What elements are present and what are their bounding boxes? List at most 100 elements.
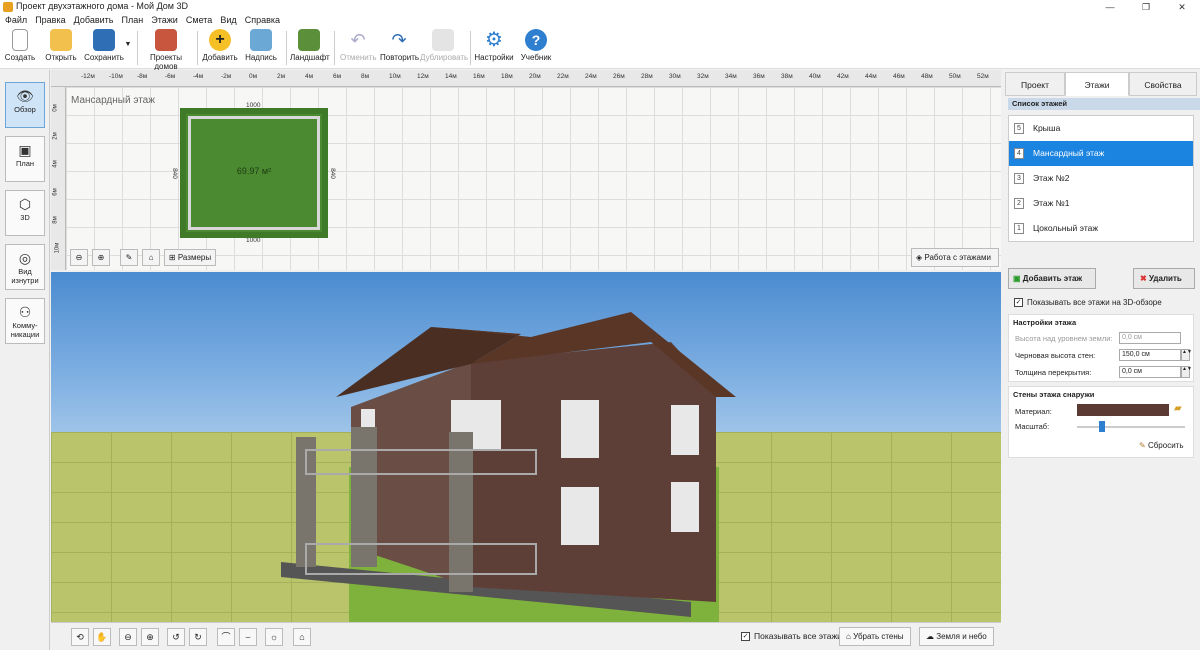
wall-height-input[interactable]: 150,0 см bbox=[1119, 349, 1181, 361]
menu-help[interactable]: Справка bbox=[245, 14, 280, 27]
zoom-in-icon: ⊕ bbox=[97, 253, 105, 262]
folder-icon[interactable]: ▰ bbox=[1174, 403, 1182, 414]
floor-settings-section: Настройки этажа Высота над уровнем земли… bbox=[1008, 314, 1194, 382]
duplicate-icon bbox=[432, 29, 454, 51]
slab-spinner[interactable]: ▲▼ bbox=[1181, 366, 1192, 378]
pipes-icon: ⚇ bbox=[18, 304, 32, 320]
zoom-out-button[interactable]: ⊖ bbox=[70, 249, 88, 266]
menu-bar: Файл Правка Добавить План Этажи Смета Ви… bbox=[0, 14, 1200, 27]
3d-zoom-in-button[interactable]: ⊕ bbox=[141, 628, 159, 646]
tab-properties[interactable]: Свойства bbox=[1129, 72, 1197, 96]
add-button[interactable]: + Добавить bbox=[202, 29, 238, 62]
delete-floor-button[interactable]: ✖ Удалить bbox=[1133, 268, 1195, 289]
checkbox-icon: ✓ bbox=[1014, 298, 1023, 308]
floors-work-button[interactable]: ◈ Работа с этажами bbox=[911, 248, 999, 267]
ground-sky-button[interactable]: ☁ Земля и небо bbox=[919, 627, 994, 646]
zoom-in-button[interactable]: ⊕ bbox=[92, 249, 110, 266]
pan-button[interactable]: ✋ bbox=[93, 628, 111, 646]
landscape-button[interactable]: Ландшафт bbox=[290, 29, 330, 62]
menu-add[interactable]: Добавить bbox=[74, 14, 114, 27]
undo-label: Отменить bbox=[340, 53, 377, 62]
floor-item[interactable]: 3 Этаж №2 bbox=[1009, 166, 1193, 191]
rotate-right-button[interactable]: ↻ bbox=[189, 628, 207, 646]
menu-view[interactable]: Вид bbox=[220, 14, 236, 27]
3d-home-button[interactable]: ⌂ bbox=[293, 628, 311, 646]
house-model bbox=[281, 312, 736, 617]
height-input[interactable]: 0,0 см bbox=[1119, 332, 1181, 344]
remove-walls-button[interactable]: ⌂ Убрать стены bbox=[839, 627, 911, 646]
floor-item[interactable]: 2 Этаж №1 bbox=[1009, 191, 1193, 216]
stone-column-right bbox=[449, 432, 473, 592]
brick-material-swatch[interactable] bbox=[1077, 404, 1169, 416]
sizes-button[interactable]: ⊞ Размеры bbox=[164, 249, 216, 266]
ruler-tick: 0м bbox=[249, 73, 258, 80]
measure-button[interactable]: ✎ bbox=[120, 249, 138, 266]
projects-button[interactable]: Проекты домов bbox=[140, 29, 192, 71]
settings-button[interactable]: ⚙ Настройки bbox=[474, 29, 514, 62]
plan-mode-button[interactable]: ▣ План bbox=[5, 136, 45, 182]
ruler-tick: 12м bbox=[417, 73, 429, 80]
tab-floors[interactable]: Этажи bbox=[1065, 72, 1129, 96]
sizes-label: Размеры bbox=[177, 253, 212, 262]
reset-button[interactable]: ✎ Сбросить bbox=[1139, 441, 1184, 450]
add-floor-button[interactable]: ▣ Добавить этаж bbox=[1008, 268, 1096, 289]
ruler-tick: 46м bbox=[893, 73, 905, 80]
3d-view[interactable] bbox=[51, 272, 1001, 622]
rotate-left-button[interactable]: ↺ bbox=[167, 628, 185, 646]
home-view-button[interactable]: ⌂ bbox=[142, 249, 160, 266]
communications-button[interactable]: ⚇ Комму-никации bbox=[5, 298, 45, 344]
3d-label: 3D bbox=[20, 213, 30, 222]
close-button[interactable]: ✕ bbox=[1164, 0, 1200, 14]
overview-mode-button[interactable]: 👁 Обзор bbox=[5, 82, 45, 128]
wall-height-spinner[interactable]: ▲▼ bbox=[1181, 349, 1192, 361]
scale-slider-thumb[interactable] bbox=[1098, 421, 1105, 432]
menu-plan[interactable]: План bbox=[122, 14, 144, 27]
scale-slider[interactable] bbox=[1077, 426, 1185, 428]
floor-name: Этаж №2 bbox=[1033, 173, 1070, 183]
show-all-floors-toggle[interactable]: ✓ Показывать все этажи bbox=[741, 631, 842, 642]
minimize-button[interactable]: — bbox=[1092, 0, 1128, 14]
tilt-down-button[interactable]: ⌣ bbox=[239, 628, 257, 646]
tilt-up-button[interactable]: ⌒ bbox=[217, 628, 235, 646]
plan-view[interactable]: -12м -10м -8м -6м -4м -2м 0м 2м 4м 6м 8м 10м 12м 14м 1… bbox=[51, 70, 1001, 270]
ruler-tick: 2м bbox=[52, 132, 59, 140]
room-outline[interactable]: 69.97 м² bbox=[180, 108, 328, 238]
save-dropdown-icon[interactable]: ▼ bbox=[124, 41, 132, 48]
projects-label: Проекты домов bbox=[149, 53, 183, 71]
menu-floors[interactable]: Этажи bbox=[151, 14, 178, 27]
floor-item[interactable]: 5 Крыша bbox=[1009, 116, 1193, 141]
slab-input[interactable]: 0,0 см bbox=[1119, 366, 1181, 378]
bulb-icon: ☼ bbox=[269, 632, 279, 642]
inside-view-button[interactable]: ◎ Вид изнутри bbox=[5, 244, 45, 290]
zoom-out-icon: ⊖ bbox=[75, 253, 83, 262]
show-all-floors-label: Показывать все этажи bbox=[754, 631, 842, 641]
redo-button[interactable]: ↷ Повторить bbox=[380, 29, 419, 62]
save-button[interactable]: Сохранить bbox=[84, 29, 124, 62]
floor-name: Крыша bbox=[1033, 123, 1061, 133]
floor-list[interactable]: 5 Крыша 4 Мансардный этаж 3 Этаж №2 2 Этаж №… bbox=[1008, 115, 1194, 242]
dimension-right: 840 bbox=[328, 168, 336, 179]
light-button[interactable]: ☼ bbox=[265, 628, 283, 646]
show-3d-toggle[interactable]: ✓ Показывать все этажи на 3D-обзоре bbox=[1014, 298, 1162, 308]
inside-view-icon: ◎ bbox=[18, 250, 32, 266]
ruler-tick: -6м bbox=[165, 73, 176, 80]
tutorial-button[interactable]: ? Учебник bbox=[518, 29, 554, 62]
menu-edit[interactable]: Правка bbox=[35, 14, 65, 27]
duplicate-button[interactable]: Дублировать bbox=[420, 29, 468, 62]
tab-project[interactable]: Проект bbox=[1005, 72, 1065, 96]
floor-item[interactable]: 1 Цокольный этаж bbox=[1009, 216, 1193, 241]
floor-number-icon: 1 bbox=[1014, 223, 1024, 234]
undo-button[interactable]: ↶ Отменить bbox=[340, 29, 377, 62]
floors-work-label: Работа с этажами bbox=[924, 253, 991, 262]
label-button[interactable]: Надпись bbox=[244, 29, 278, 62]
open-button[interactable]: Открыть bbox=[44, 29, 78, 62]
floor-item-selected[interactable]: 4 Мансардный этаж bbox=[1009, 141, 1193, 166]
create-button[interactable]: Создать bbox=[4, 29, 36, 62]
3d-mode-button[interactable]: ⬡ 3D bbox=[5, 190, 45, 236]
rotate-360-button[interactable]: ⟲ bbox=[71, 628, 89, 646]
menu-estimate[interactable]: Смета bbox=[186, 14, 212, 27]
menu-file[interactable]: Файл bbox=[5, 14, 27, 27]
zoom-in-icon: ⊕ bbox=[146, 632, 154, 642]
3d-zoom-out-button[interactable]: ⊖ bbox=[119, 628, 137, 646]
maximize-button[interactable]: ❐ bbox=[1128, 0, 1164, 14]
